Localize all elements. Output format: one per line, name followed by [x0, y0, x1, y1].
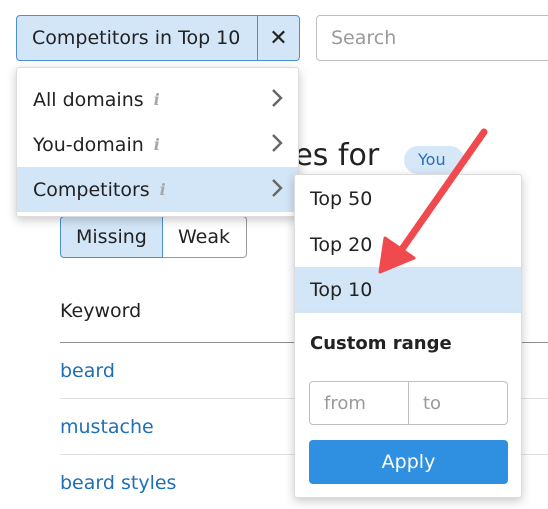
- keyword-column-header[interactable]: Keyword: [60, 300, 141, 322]
- chevron-right-icon: [272, 89, 283, 107]
- you-badge: You: [404, 146, 464, 174]
- range-from-input[interactable]: [309, 381, 409, 425]
- filter-chip[interactable]: Competitors in Top 10 ✕: [16, 15, 300, 61]
- menu-item-label: All domains: [33, 88, 144, 111]
- segment-tabs: Missing Weak: [60, 216, 247, 258]
- submenu-option-top-50[interactable]: Top 50: [295, 176, 521, 222]
- search-input[interactable]: [316, 15, 548, 61]
- chevron-right-icon: [272, 179, 283, 197]
- menu-item-all-domains[interactable]: All domains i: [17, 77, 298, 122]
- scope-dropdown-menu: All domains i You-domain i Competitors i: [16, 67, 299, 217]
- chevron-right-icon: [272, 134, 283, 152]
- page-title: ies for: [286, 138, 380, 173]
- info-icon[interactable]: i: [154, 135, 160, 154]
- tab-weak[interactable]: Weak: [163, 216, 247, 258]
- menu-item-label: Competitors: [33, 178, 150, 201]
- clear-filter-button[interactable]: ✕: [257, 16, 299, 60]
- close-icon: ✕: [269, 25, 288, 51]
- tab-missing[interactable]: Missing: [60, 216, 163, 258]
- apply-button[interactable]: Apply: [309, 440, 508, 484]
- filter-chip-label[interactable]: Competitors in Top 10: [17, 16, 257, 60]
- menu-item-competitors[interactable]: Competitors i: [17, 167, 298, 212]
- keyword-link[interactable]: mustache: [60, 416, 154, 438]
- menu-item-label: You-domain: [33, 133, 144, 156]
- menu-item-you-domain[interactable]: You-domain i: [17, 122, 298, 167]
- competitors-submenu: Top 50 Top 20 Top 10 Custom range Apply: [294, 174, 522, 498]
- keyword-link[interactable]: beard: [60, 360, 115, 382]
- info-icon[interactable]: i: [160, 180, 166, 199]
- submenu-option-top-20[interactable]: Top 20: [295, 222, 521, 268]
- custom-range-title: Custom range: [310, 333, 452, 354]
- submenu-option-top-10[interactable]: Top 10: [295, 267, 521, 313]
- divider: [295, 311, 521, 312]
- range-to-input[interactable]: [408, 381, 508, 425]
- info-icon[interactable]: i: [154, 90, 160, 109]
- keyword-link[interactable]: beard styles: [60, 472, 176, 494]
